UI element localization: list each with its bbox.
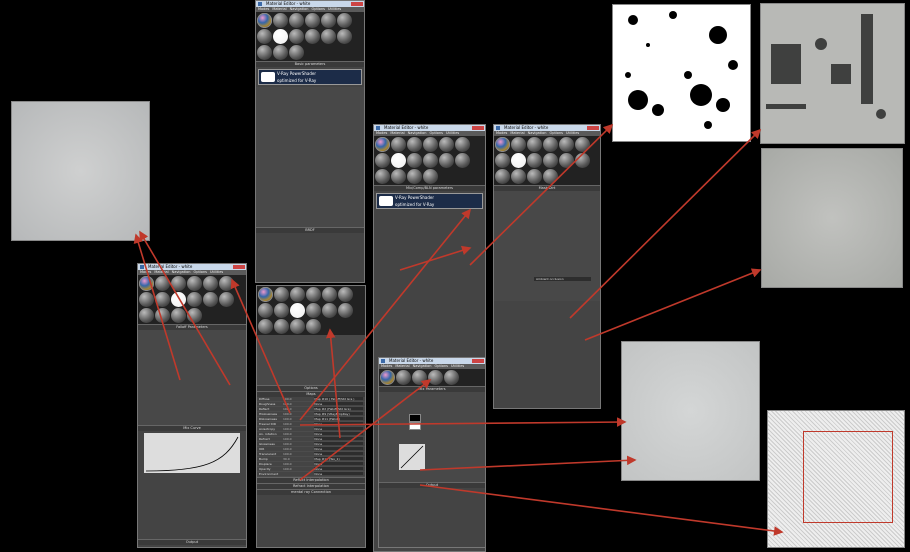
arrow [469,123,614,266]
arrow [299,208,472,421]
arrow [419,484,784,536]
arrow [569,128,762,319]
arrow [230,278,291,414]
arrow [419,455,637,471]
arrow [299,417,627,427]
arrow [139,230,231,386]
arrow [133,233,181,381]
arrow [325,328,341,439]
arrow [584,268,762,341]
arrow [399,245,472,271]
arrow-overlay [133,123,784,536]
